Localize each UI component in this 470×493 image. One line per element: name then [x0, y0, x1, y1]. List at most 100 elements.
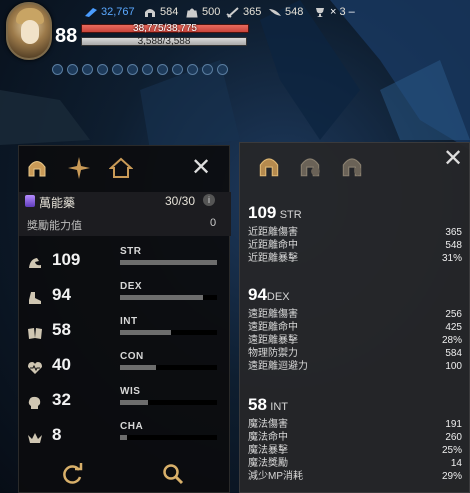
- bag-icon: [186, 8, 198, 17]
- info-icon[interactable]: i: [203, 194, 215, 206]
- stat-panel-footer: [19, 456, 231, 493]
- gem-icon: [85, 7, 97, 17]
- arm-icon: [29, 258, 41, 268]
- detail-row: 魔法傷害 191: [248, 419, 462, 430]
- bag-stat[interactable]: 500: [185, 6, 220, 18]
- character-level: 88: [55, 25, 78, 47]
- str-details-group: 109 STR 近距離傷害 365 近距離命中 548 近距離暴擊 31%: [248, 203, 462, 265]
- mp-text: 3,588/3,588: [137, 36, 191, 47]
- detail-row: 遠距離傷害 256: [248, 309, 462, 320]
- detail-row: 遠距離暴擊 28%: [248, 335, 462, 346]
- helmet-plus-icon[interactable]: [297, 153, 323, 179]
- buff-icon[interactable]: [112, 64, 123, 75]
- left-panel-tabs: ✕: [19, 146, 231, 190]
- buff-icon[interactable]: [97, 64, 108, 75]
- trophy-icon: [316, 7, 324, 17]
- refresh-icon[interactable]: [61, 462, 85, 486]
- buff-icon[interactable]: [52, 64, 63, 75]
- buff-icon[interactable]: [67, 64, 78, 75]
- bonus-stat-label: 獎勵能力值: [27, 220, 82, 232]
- group-value: 58: [248, 395, 267, 414]
- heart-icon: [28, 362, 42, 374]
- group-code: INT: [270, 401, 288, 413]
- stat-bar: [120, 365, 217, 370]
- stat-details-panel: ✕ 109 STR 近距離傷害 365 近距離命中 548 近距離暴擊 31% 94D…: [239, 142, 470, 493]
- stat-code: CHA: [120, 421, 144, 432]
- book-icon: [28, 328, 42, 339]
- search-icon[interactable]: [161, 462, 185, 486]
- detail-row: 近距離傷害 365: [248, 227, 462, 238]
- dash-mark: –: [348, 6, 355, 18]
- stat-code: STR: [120, 246, 142, 257]
- hp-text: 38,775/38,775: [133, 23, 197, 34]
- detail-row: 減少MP消耗 29%: [248, 471, 462, 482]
- buff-icon-row: [52, 64, 228, 75]
- stat-allocation-panel: ✕ 萬能藥 30/30 i 獎勵能力值 0 109 STR 94 DEX 58 …: [18, 145, 231, 493]
- head-icon: [28, 396, 41, 409]
- buff-icon[interactable]: [202, 64, 213, 75]
- trophy-stat[interactable]: × 3 –: [313, 6, 355, 18]
- buff-icon[interactable]: [82, 64, 93, 75]
- buff-icon[interactable]: [142, 64, 153, 75]
- helmet-stat[interactable]: 584: [143, 6, 178, 18]
- group-value: 109: [248, 203, 277, 222]
- stat-bar: [120, 400, 217, 405]
- group-code: STR: [279, 209, 302, 221]
- stat-value: 32: [52, 390, 71, 409]
- sword-stat[interactable]: 365: [226, 6, 261, 18]
- helmet-icon: [145, 8, 155, 17]
- detail-row: 魔法命中 260: [248, 432, 462, 443]
- elixir-potion-icon: [25, 195, 35, 207]
- wing-icon: [269, 8, 281, 16]
- helmet-icon[interactable]: [256, 153, 282, 179]
- tab-skills[interactable]: [65, 154, 93, 182]
- top-hud: 88 32,767 584 500 365 548 × 3 – 38,775/3…: [0, 0, 470, 95]
- detail-row: 遠距離命中 425: [248, 322, 462, 333]
- elixir-name: 萬能藥: [39, 196, 76, 210]
- stat-value: 8: [52, 425, 62, 444]
- tab-equipment[interactable]: [23, 154, 51, 182]
- gem-currency[interactable]: 32,767: [84, 6, 135, 18]
- stat-code: INT: [120, 316, 138, 327]
- stat-bar: [120, 295, 217, 300]
- buff-icon[interactable]: [172, 64, 183, 75]
- stat-value: 40: [52, 355, 71, 374]
- buff-icon[interactable]: [217, 64, 228, 75]
- close-icon[interactable]: ✕: [191, 156, 211, 180]
- buff-icon[interactable]: [187, 64, 198, 75]
- multiply-sign: ×: [330, 6, 337, 18]
- elixir-count: 30/30: [165, 194, 196, 208]
- stat-bar: [120, 260, 217, 265]
- bonus-stat-value: 0: [210, 217, 217, 229]
- compass-star-tab-icon: [68, 157, 90, 179]
- stat-value: 109: [52, 250, 81, 269]
- buff-icon[interactable]: [127, 64, 138, 75]
- detail-row: 近距離暴擊 31%: [248, 253, 462, 264]
- dex-details-group: 94DEX 遠距離傷害 256 遠距離命中 425 遠距離暴擊 28% 物理防禦力 58…: [248, 285, 462, 373]
- stat-value: 94: [52, 285, 71, 304]
- detail-row: 物理防禦力 584: [248, 348, 462, 359]
- detail-row: 魔法獎勵 14: [248, 458, 462, 469]
- detail-row: 魔法暴擊 25%: [248, 445, 462, 456]
- int-details-group: 58 INT 魔法傷害 191 魔法命中 260 魔法暴擊 25% 魔法獎勵 14 減少…: [248, 395, 462, 483]
- stat-code: CON: [120, 351, 144, 362]
- elixir-row: 萬能藥 30/30 i 獎勵能力值 0: [19, 192, 231, 236]
- detail-row: 遠距離迴避力 100: [248, 361, 462, 372]
- detail-row: 近距離命中 548: [248, 240, 462, 251]
- stat-code: DEX: [120, 281, 143, 292]
- mp-bar: 3,588/3,588: [81, 36, 247, 47]
- helmet-tab-icon: [28, 161, 46, 177]
- tab-housing[interactable]: [107, 154, 135, 182]
- character-portrait[interactable]: [6, 2, 52, 60]
- stat-value: 58: [52, 320, 71, 339]
- helmet-shield-icon[interactable]: [339, 153, 365, 179]
- wing-stat[interactable]: 548: [268, 6, 303, 18]
- stat-bar: [120, 330, 217, 335]
- buff-icon[interactable]: [157, 64, 168, 75]
- hp-bar: 38,775/38,775: [81, 23, 249, 34]
- crown-icon: [28, 433, 42, 443]
- sword-icon: [226, 6, 239, 18]
- close-icon[interactable]: ✕: [443, 147, 463, 171]
- stat-code: WIS: [120, 386, 141, 397]
- group-value: 94: [248, 285, 267, 304]
